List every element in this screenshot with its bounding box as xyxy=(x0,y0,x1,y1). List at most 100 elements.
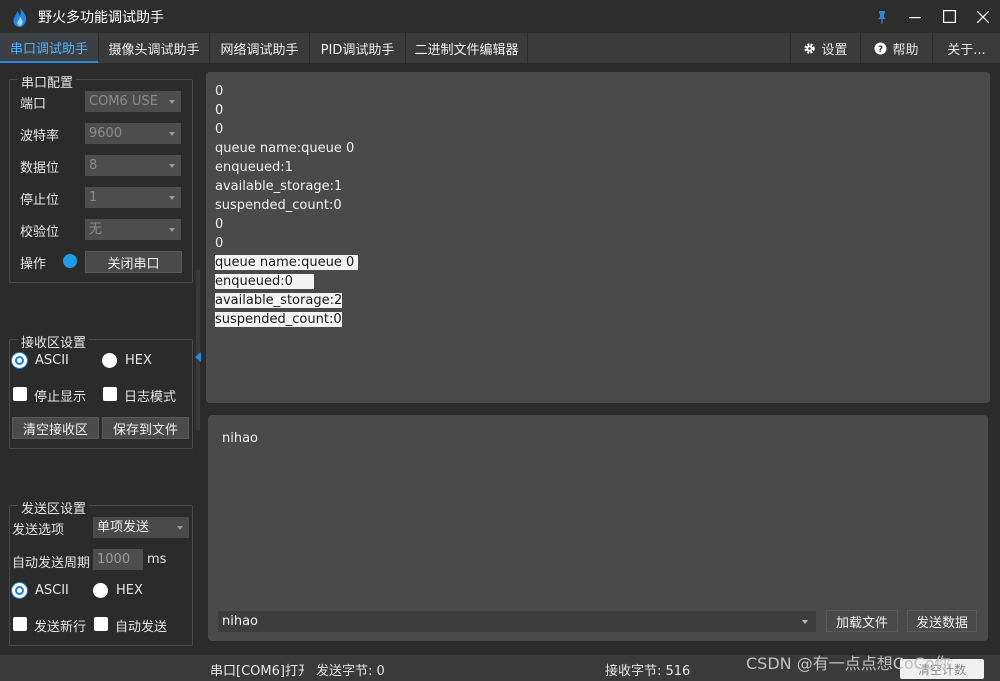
selected-text: enqueued:0 xyxy=(215,274,314,289)
tab-pid-debug[interactable]: PID调试助手 xyxy=(310,33,406,63)
tab-serial-debug[interactable]: 串口调试助手 xyxy=(0,33,99,63)
clear-recv-button[interactable]: 清空接收区 xyxy=(12,417,99,439)
recv-line: available_storage:1 xyxy=(215,179,343,194)
recv-line-selected: suspended_count:0 xyxy=(215,310,981,329)
auto-send-label: 自动发送 xyxy=(115,620,168,635)
send-hex-radio[interactable] xyxy=(93,583,108,598)
selected-text: available_storage:2 xyxy=(215,293,343,308)
send-textarea[interactable]: nihao xyxy=(222,431,258,446)
databits-select[interactable]: 8 xyxy=(85,155,181,176)
close-port-button[interactable]: 关闭串口 xyxy=(85,251,182,273)
about-button[interactable]: 关于... xyxy=(932,33,1000,63)
recv-settings-title: 接收区设置 xyxy=(18,332,90,351)
auto-period-unit: ms xyxy=(147,552,167,567)
port-status-led xyxy=(63,254,77,268)
recv-line: 0 xyxy=(215,103,224,118)
title-bar: 野火多功能调试助手 xyxy=(0,0,1000,33)
window-title: 野火多功能调试助手 xyxy=(38,9,164,26)
parity-label: 校验位 xyxy=(20,225,60,240)
recv-line: queue name:queue 0 xyxy=(215,141,355,156)
send-history-select[interactable]: nihao xyxy=(218,611,816,632)
send-option-select[interactable]: 单项发送 xyxy=(93,517,189,538)
port-select[interactable]: COM6 USE xyxy=(85,91,181,112)
recv-bytes-text: 接收字节: 516 xyxy=(605,664,691,679)
selected-text: suspended_count:0 xyxy=(215,312,342,327)
port-label: 端口 xyxy=(20,97,47,112)
stopbits-value: 1 xyxy=(89,190,98,205)
auto-send-checkbox[interactable] xyxy=(94,617,108,631)
baud-label: 波特率 xyxy=(20,129,60,144)
close-icon xyxy=(977,10,989,23)
send-ascii-label: ASCII xyxy=(35,583,69,598)
chevron-down-icon xyxy=(177,526,183,530)
maximize-button[interactable] xyxy=(932,0,966,33)
recv-line-selected: available_storage:2 xyxy=(215,291,981,310)
port-status-text: 串口[COM6]打开 xyxy=(210,664,304,679)
recv-hex-label: HEX xyxy=(125,353,152,368)
tab-binary-editor[interactable]: 二进制文件编辑器 xyxy=(406,33,528,63)
send-ascii-radio[interactable] xyxy=(12,583,27,598)
chevron-down-icon xyxy=(169,100,175,104)
send-newline-checkbox[interactable] xyxy=(13,617,27,631)
recv-line: 0 xyxy=(215,236,224,251)
baud-select[interactable]: 9600 xyxy=(85,123,181,144)
log-mode-checkbox[interactable] xyxy=(103,387,117,401)
parity-value: 无 xyxy=(89,222,103,237)
load-file-button[interactable]: 加载文件 xyxy=(826,610,898,632)
recv-line: suspended_count:0 xyxy=(215,198,342,213)
minimize-icon xyxy=(909,16,921,18)
chevron-down-icon xyxy=(169,196,175,200)
tab-camera-debug[interactable]: 摄像头调试助手 xyxy=(99,33,210,63)
help-button[interactable]: ? 帮助 xyxy=(860,33,932,63)
svg-text:?: ? xyxy=(878,45,883,55)
receive-textarea[interactable]: 0 0 0 queue name:queue 0 enqueued:1 avai… xyxy=(206,72,990,403)
recv-ascii-radio[interactable] xyxy=(12,353,27,368)
tab-bar: 串口调试助手 摄像头调试助手 网络调试助手 PID调试助手 二进制文件编辑器 设… xyxy=(0,33,1000,63)
gear-icon xyxy=(804,42,816,54)
databits-label: 数据位 xyxy=(20,161,60,176)
send-option-value: 单项发送 xyxy=(97,520,150,535)
minimize-button[interactable] xyxy=(898,0,932,33)
send-hex-label: HEX xyxy=(116,583,143,598)
serial-config-title: 串口配置 xyxy=(18,72,77,91)
pin-icon xyxy=(878,10,886,23)
send-settings-title: 发送区设置 xyxy=(18,498,90,517)
baud-value: 9600 xyxy=(89,126,123,141)
log-mode-label: 日志模式 xyxy=(124,390,177,405)
question-icon: ? xyxy=(874,42,887,55)
settings-label: 设置 xyxy=(821,42,848,58)
databits-value: 8 xyxy=(89,158,98,173)
tab-network-debug[interactable]: 网络调试助手 xyxy=(210,33,310,63)
stopbits-select[interactable]: 1 xyxy=(85,187,181,208)
send-panel: nihao nihao 加载文件 发送数据 xyxy=(208,415,988,641)
stopbits-label: 停止位 xyxy=(20,193,60,208)
send-history-value: nihao xyxy=(222,614,259,629)
recv-hex-radio[interactable] xyxy=(102,353,117,368)
recv-line: 0 xyxy=(215,122,224,137)
auto-period-label: 自动发送周期 xyxy=(12,556,91,571)
selected-text: queue name:queue 0 xyxy=(215,255,359,270)
send-data-button[interactable]: 发送数据 xyxy=(907,610,977,632)
settings-button[interactable]: 设置 xyxy=(790,33,860,63)
recv-ascii-label: ASCII xyxy=(35,353,69,368)
sent-bytes-text: 发送字节: 0 xyxy=(316,664,385,679)
auto-period-input[interactable]: 1000 xyxy=(93,549,143,570)
collapse-panel-handle[interactable] xyxy=(195,352,201,362)
panel-scrollbar[interactable] xyxy=(196,270,200,430)
stop-display-label: 停止显示 xyxy=(34,390,87,405)
watermark-text: CSDN @有一点点想CoCo你 xyxy=(746,654,951,673)
send-newline-label: 发送新行 xyxy=(34,620,87,635)
operation-label: 操作 xyxy=(20,257,47,272)
stop-display-checkbox[interactable] xyxy=(13,387,27,401)
close-button[interactable] xyxy=(966,0,1000,33)
parity-select[interactable]: 无 xyxy=(85,219,181,240)
recv-line-selected: enqueued:0 xyxy=(215,272,981,291)
pin-button[interactable] xyxy=(866,0,898,33)
recv-line: 0 xyxy=(215,217,224,232)
recv-line-selected: queue name:queue 0 xyxy=(215,253,981,272)
recv-line: 0 xyxy=(215,84,224,99)
chevron-down-icon xyxy=(169,132,175,136)
port-value: COM6 USE xyxy=(89,94,158,109)
flame-logo-icon xyxy=(13,6,27,27)
save-to-file-button[interactable]: 保存到文件 xyxy=(102,417,189,439)
